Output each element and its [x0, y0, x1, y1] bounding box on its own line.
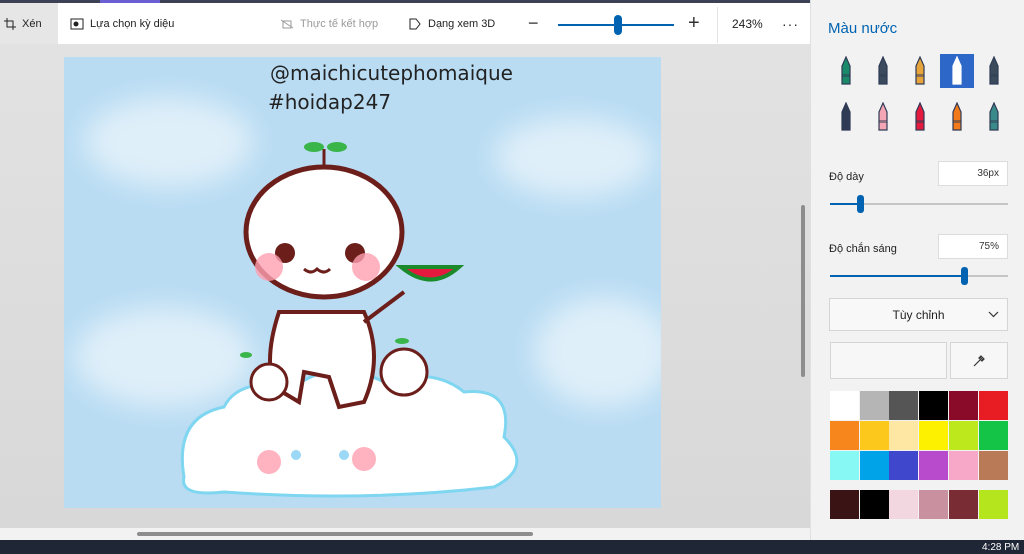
current-color-preview[interactable]: [830, 342, 947, 379]
fill-bucket-tool-button[interactable]: [977, 100, 1011, 134]
opacity-input[interactable]: 75%: [938, 234, 1008, 259]
palette-swatch[interactable]: [919, 421, 949, 450]
magic-select-icon: [70, 18, 84, 29]
watercolor-brush-tool-button[interactable]: [940, 54, 974, 88]
palette-swatch[interactable]: [919, 451, 949, 480]
palette-swatch[interactable]: [978, 391, 1008, 420]
palette-swatch[interactable]: [948, 421, 978, 450]
pixel-pen-tool-button[interactable]: [977, 54, 1011, 88]
canvas-caption-hashtag: #hoidap247: [268, 90, 392, 114]
custom-color-swatch[interactable]: [859, 490, 889, 519]
mixed-reality-icon: [280, 19, 294, 28]
crop-button[interactable]: Xén: [0, 3, 58, 44]
thickness-slider-fill: [830, 203, 861, 205]
eraser-tool-button[interactable]: [866, 100, 900, 134]
watercolor-brush-tool-icon: [952, 56, 962, 85]
zoom-slider-thumb[interactable]: [614, 15, 623, 35]
taskbar-clock: 4:28 PM: [982, 542, 1020, 553]
palette-swatch[interactable]: [830, 391, 859, 420]
magic-select-button[interactable]: Lựa chọn kỳ diệu: [70, 3, 174, 44]
spray-can-tool-icon: [952, 102, 962, 131]
thickness-label: Độ dày: [829, 171, 864, 183]
thickness-slider-thumb[interactable]: [857, 195, 865, 213]
calligraphy-pen-tool-button[interactable]: [866, 54, 900, 88]
palette-swatch[interactable]: [919, 391, 949, 420]
pencil-tool-button[interactable]: [829, 100, 863, 134]
palette-swatch[interactable]: [859, 421, 889, 450]
eraser-tool-icon: [878, 102, 888, 131]
eyedropper-icon: [973, 354, 985, 366]
palette-swatch[interactable]: [948, 391, 978, 420]
palette-swatch[interactable]: [889, 391, 919, 420]
canvas-caption-handle: @maichicutephomaique: [270, 61, 513, 85]
marker-tool-button[interactable]: [829, 54, 863, 88]
more-options-button[interactable]: ···: [782, 3, 799, 44]
palette-swatch[interactable]: [830, 451, 859, 480]
color-mode-label: Tùy chỉnh: [892, 307, 945, 322]
opacity-slider-thumb[interactable]: [960, 267, 968, 285]
pixel-pen-tool-icon: [989, 56, 999, 85]
custom-color-swatch[interactable]: [919, 490, 949, 519]
thickness-input[interactable]: 36px: [938, 161, 1008, 186]
palette-swatch[interactable]: [978, 451, 1008, 480]
crop-label: Xén: [22, 17, 42, 30]
custom-color-swatch[interactable]: [978, 490, 1008, 519]
magic-select-label: Lựa chọn kỳ diệu: [90, 17, 175, 30]
vertical-scrollbar[interactable]: [801, 205, 805, 377]
mixed-reality-label: Thực tế kết hợp: [300, 17, 379, 30]
calligraphy-pen-tool-icon: [878, 56, 888, 85]
view-3d-label: Dạng xem 3D: [428, 17, 496, 30]
oil-brush-tool-button[interactable]: [903, 54, 937, 88]
windows-taskbar: [0, 540, 1024, 554]
toolbar-divider: [717, 7, 718, 43]
crop-icon: [4, 17, 16, 30]
panel-title: Màu nước: [828, 20, 898, 37]
character-illustration: [180, 142, 519, 498]
opacity-slider-fill: [830, 275, 964, 277]
palette-swatch[interactable]: [889, 421, 919, 450]
zoom-level-value[interactable]: 243%: [732, 3, 763, 44]
pencil-tool-icon: [841, 102, 851, 131]
mixed-reality-button[interactable]: Thực tế kết hợp: [280, 3, 378, 44]
drawing-canvas[interactable]: [64, 57, 661, 508]
zoom-in-button[interactable]: +: [688, 3, 700, 44]
thickness-slider[interactable]: [830, 195, 1008, 213]
crayon-tool-button[interactable]: [903, 100, 937, 134]
spray-can-tool-button[interactable]: [940, 100, 974, 134]
palette-swatch[interactable]: [948, 451, 978, 480]
custom-color-swatch[interactable]: [948, 490, 978, 519]
crayon-tool-icon: [915, 102, 925, 131]
horizontal-scrollbar[interactable]: [137, 532, 533, 536]
custom-color-swatch[interactable]: [830, 490, 859, 519]
opacity-slider[interactable]: [830, 267, 1008, 285]
oil-brush-tool-icon: [915, 56, 925, 85]
chevron-down-icon: [988, 311, 999, 318]
opacity-label: Độ chắn sáng: [829, 243, 897, 255]
palette-swatch[interactable]: [978, 421, 1008, 450]
custom-color-swatch[interactable]: [889, 490, 919, 519]
zoom-out-button[interactable]: −: [528, 3, 539, 44]
palette-swatch[interactable]: [859, 391, 889, 420]
palette-swatch[interactable]: [859, 451, 889, 480]
color-mode-dropdown[interactable]: Tùy chỉnh: [829, 298, 1008, 331]
eyedropper-button[interactable]: [950, 342, 1008, 379]
view-3d-button[interactable]: Dạng xem 3D: [408, 3, 495, 44]
fill-bucket-tool-icon: [989, 102, 999, 131]
marker-tool-icon: [841, 56, 851, 85]
top-toolbar: Xén Lựa chọn kỳ diệu Thực tế kết hợp Dạn…: [0, 0, 810, 44]
palette-swatch[interactable]: [889, 451, 919, 480]
view-3d-icon: [409, 18, 421, 29]
palette-swatch[interactable]: [830, 421, 859, 450]
